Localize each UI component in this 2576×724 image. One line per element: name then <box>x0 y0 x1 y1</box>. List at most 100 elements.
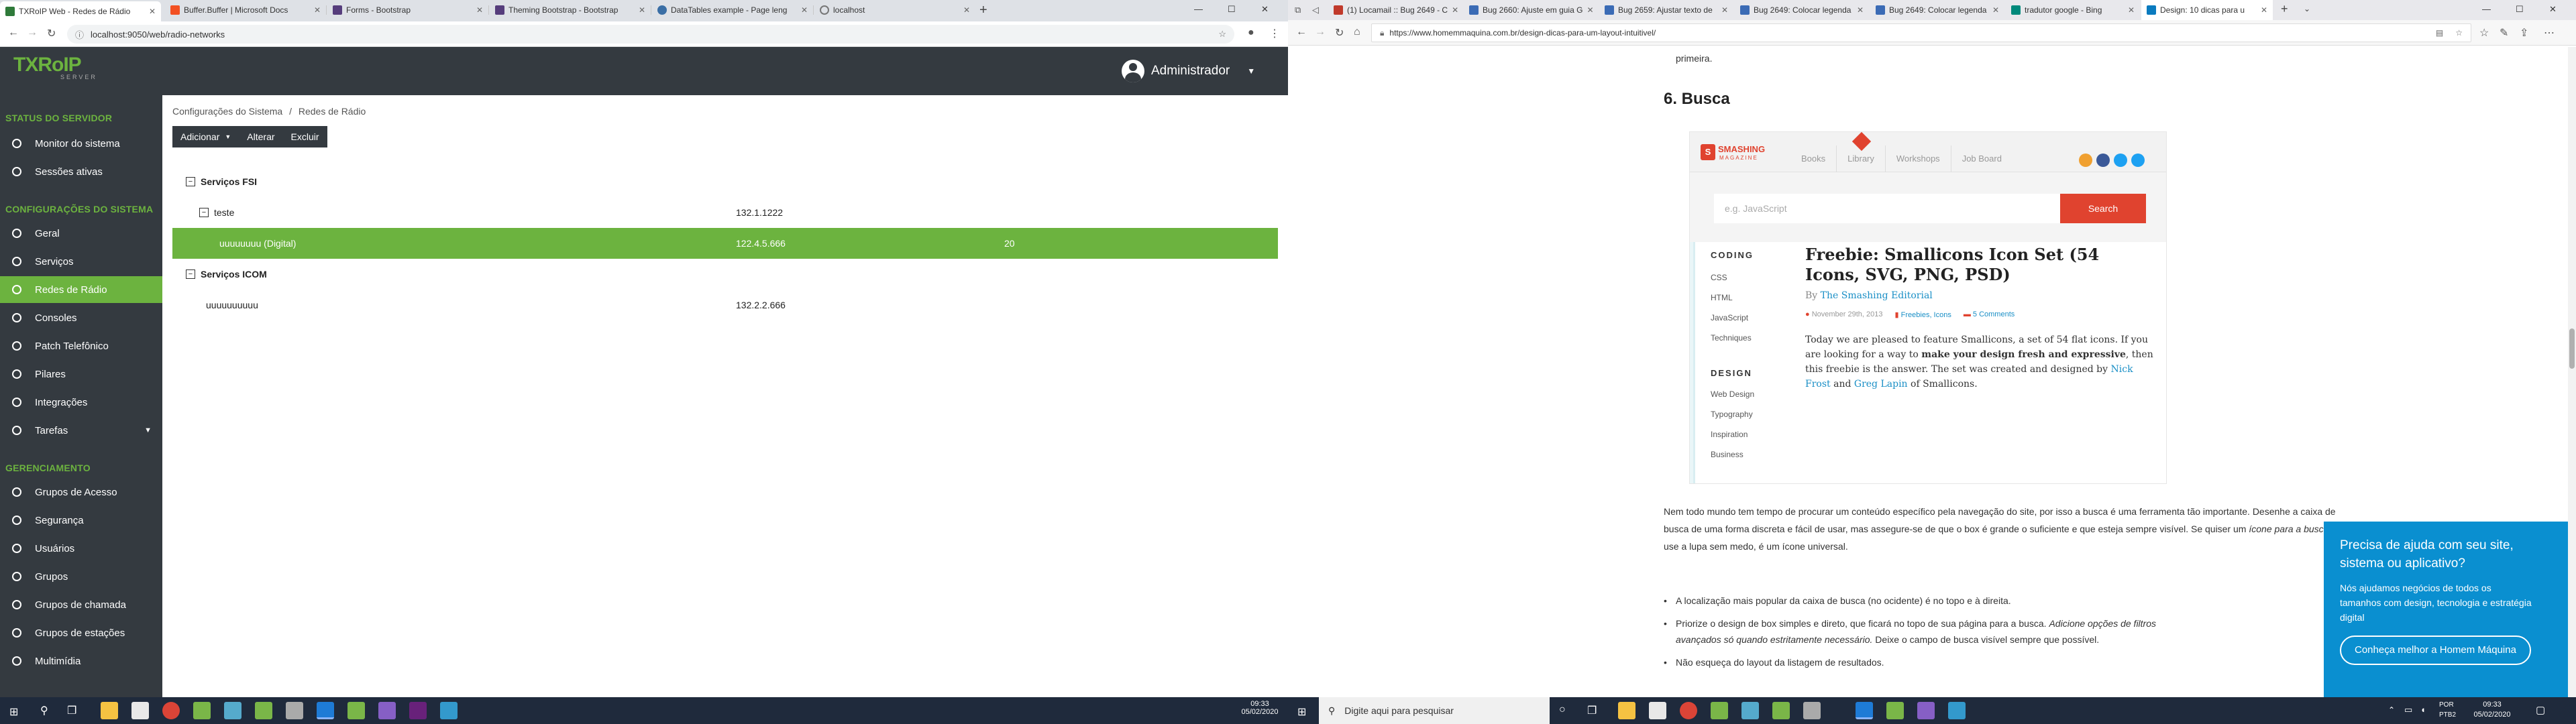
page-scrollbar[interactable] <box>2568 47 2576 697</box>
reading-view-icon[interactable]: ▤ <box>2436 28 2443 38</box>
sidebar-item-users[interactable]: Usuários <box>0 535 162 562</box>
windows-start-icon[interactable]: ⊞ <box>9 705 18 719</box>
new-tab-button[interactable]: + <box>2281 2 2288 16</box>
visual-studio-icon[interactable] <box>1917 702 1935 719</box>
home-icon[interactable]: ⌂ <box>1354 26 1360 38</box>
star-icon[interactable]: ☆ <box>2455 28 2463 38</box>
volume-icon[interactable]: ◖ <box>2420 705 2426 715</box>
chrome-icon[interactable] <box>1680 702 1697 719</box>
tab-txroip[interactable]: TXRoIP Web - Redes de Rádio ✕ <box>0 1 161 21</box>
forward-arrow-icon[interactable]: → <box>27 27 38 39</box>
close-icon[interactable]: ✕ <box>1988 5 1999 15</box>
profile-icon[interactable]: ● <box>1248 27 1254 39</box>
nav-job-board[interactable]: Job Board <box>1951 145 2012 172</box>
user-menu[interactable]: Administrador ▼ <box>1122 59 1255 83</box>
close-icon[interactable]: ✕ <box>1582 5 1593 15</box>
close-icon[interactable]: ✕ <box>2124 5 2135 15</box>
tab-bug-2649-a[interactable]: Bug 2649: Colocar legenda ✕ <box>1735 0 1869 20</box>
tab-bing[interactable]: tradutor google - Bing ✕ <box>2006 0 2140 20</box>
taskbar-search-box[interactable]: ⚲ Digite aqui para pesquisar <box>1319 697 1550 724</box>
cat-web-design[interactable]: Web Design <box>1711 384 1754 404</box>
cat-css[interactable]: CSS <box>1711 267 1752 288</box>
tab-design-active[interactable]: Design: 10 dicas para u ✕ <box>2141 0 2273 20</box>
edit-button[interactable]: Alterar <box>239 126 283 147</box>
app-icon[interactable] <box>1772 702 1790 719</box>
address-bar[interactable]: ⓘ localhost:9050/web/radio-networks ☆ <box>67 25 1234 44</box>
sidebar-item-station-groups[interactable]: Grupos de estações <box>0 619 162 646</box>
notification-icon[interactable]: ▢ <box>2536 704 2545 716</box>
collapse-icon[interactable]: − <box>199 208 209 217</box>
app-icon[interactable] <box>1803 702 1821 719</box>
scrollbar-thumb[interactable] <box>2569 328 2575 369</box>
app-icon[interactable] <box>193 702 211 719</box>
right-clock[interactable]: 09:33 05/02/2020 <box>2469 700 2516 720</box>
sidebar-item-monitor[interactable]: Monitor do sistema <box>0 130 162 157</box>
sidebar-item-tasks[interactable]: Tarefas ▼ <box>0 417 162 444</box>
app-icon[interactable] <box>1741 702 1759 719</box>
tree-row-uuu[interactable]: uuuuuuuuuu 132.2.2.666 <box>172 290 1278 320</box>
cat-inspiration[interactable]: Inspiration <box>1711 424 1754 444</box>
left-clock[interactable]: 09:33 05/02/2020 <box>1240 700 1280 716</box>
app-icon[interactable] <box>1886 702 1904 719</box>
add-dropdown-button[interactable]: Adicionar ▼ <box>172 126 239 147</box>
visual-studio-icon[interactable] <box>378 702 396 719</box>
rss-icon[interactable] <box>2079 154 2092 167</box>
txroip-logo[interactable]: TXRoIP SERVER <box>13 54 107 88</box>
cat-html[interactable]: HTML <box>1711 288 1752 308</box>
edge-icon[interactable] <box>1856 702 1873 719</box>
app-icon[interactable] <box>440 702 458 719</box>
nav-workshops[interactable]: Workshops <box>1886 145 1951 172</box>
close-icon[interactable]: ✕ <box>310 5 321 15</box>
collapse-icon[interactable]: − <box>186 177 195 186</box>
app-icon[interactable] <box>224 702 241 719</box>
cortana-icon[interactable]: ○ <box>1559 704 1566 716</box>
close-icon[interactable]: ✕ <box>797 5 808 15</box>
share-icon[interactable]: ⇪ <box>2520 26 2528 40</box>
comments-text[interactable]: 5 Comments <box>1973 310 2015 318</box>
app-icon[interactable] <box>255 702 272 719</box>
cat-techniques[interactable]: Techniques <box>1711 328 1752 348</box>
menu-dots-icon[interactable]: ⋮ <box>1269 27 1280 40</box>
sidebar-item-access-groups[interactable]: Grupos de Acesso <box>0 479 162 505</box>
sidebar-item-phone-patch[interactable]: Patch Telefônico <box>0 333 162 359</box>
chrome-icon[interactable] <box>162 702 180 719</box>
nav-books[interactable]: Books <box>1790 145 1837 172</box>
file-explorer-icon[interactable] <box>101 702 118 719</box>
search-icon[interactable]: ⚲ <box>40 704 48 717</box>
breadcrumb-parent[interactable]: Configurações do Sistema <box>172 106 282 117</box>
network-icon[interactable]: ▭ <box>2404 705 2412 715</box>
window-close-icon[interactable]: ✕ <box>1261 4 1269 15</box>
close-icon[interactable]: ✕ <box>1717 5 1728 15</box>
smashing-search-input[interactable]: e.g. JavaScript <box>1714 194 2060 223</box>
favorites-icon[interactable]: ☆ <box>2479 26 2489 40</box>
back-arrow-icon[interactable]: ← <box>1296 26 1307 38</box>
back-arrow-icon[interactable]: ← <box>8 27 19 39</box>
window-minimize-icon[interactable]: — <box>2482 4 2491 14</box>
cat-business[interactable]: Business <box>1711 444 1754 465</box>
tab-bug-2659[interactable]: Bug 2659: Ajustar texto de ✕ <box>1599 0 1733 20</box>
close-icon[interactable]: ✕ <box>472 5 483 15</box>
cat-javascript[interactable]: JavaScript <box>1711 308 1752 328</box>
sidebar-item-security[interactable]: Segurança <box>0 507 162 534</box>
window-close-icon[interactable]: ✕ <box>2549 4 2557 15</box>
close-icon[interactable]: ✕ <box>2257 5 2267 15</box>
task-view-icon[interactable]: ❐ <box>67 704 76 717</box>
sidebar-item-call-groups[interactable]: Grupos de chamada <box>0 591 162 618</box>
link-greg-lapin[interactable]: Greg Lapin <box>1854 379 1908 389</box>
reload-icon[interactable]: ↻ <box>1335 26 1344 40</box>
app-icon[interactable] <box>1948 702 1966 719</box>
tree-row-icom[interactable]: − Serviços ICOM <box>172 259 1278 290</box>
close-icon[interactable]: ✕ <box>145 7 156 16</box>
windows-start-icon[interactable]: ⊞ <box>1297 705 1306 719</box>
tab-buffer[interactable]: Buffer.Buffer | Microsoft Docs ✕ <box>165 0 326 20</box>
tab-theming-bootstrap[interactable]: Theming Bootstrap - Bootstrap ✕ <box>490 0 651 20</box>
sidebar-item-groups[interactable]: Grupos <box>0 563 162 590</box>
delete-button[interactable]: Excluir <box>282 126 327 147</box>
app-icon[interactable] <box>409 702 427 719</box>
window-maximize-icon[interactable]: ☐ <box>1228 4 1236 15</box>
window-minimize-icon[interactable]: — <box>1194 4 1203 14</box>
reload-icon[interactable]: ↻ <box>47 27 56 40</box>
task-view-icon[interactable]: ❐ <box>1587 704 1597 717</box>
app-icon[interactable] <box>286 702 303 719</box>
tray-up-icon[interactable]: ⌃ <box>2388 705 2395 715</box>
